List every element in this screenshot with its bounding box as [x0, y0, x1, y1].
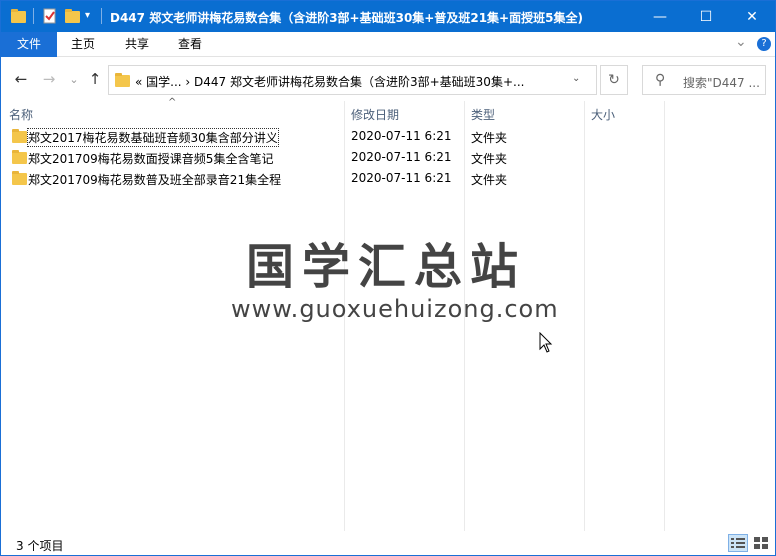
- tab-home[interactable]: 主页: [57, 32, 109, 57]
- folder-icon: [12, 129, 27, 143]
- file-row[interactable]: 郑文2017梅花易数基础班音频30集含部分讲义 2020-07-11 6:21 …: [1, 126, 775, 147]
- folder-icon: [115, 73, 130, 87]
- folder-icon: [12, 150, 27, 164]
- address-path[interactable]: « 国学... › D447 郑文老师讲梅花易数合集（含进阶3部+基础班30集+…: [135, 73, 524, 90]
- tab-view[interactable]: 查看: [164, 32, 216, 57]
- file-type: 文件夹: [471, 131, 508, 145]
- help-icon[interactable]: ?: [757, 37, 771, 51]
- large-icons-view-icon[interactable]: [751, 534, 771, 552]
- new-folder-icon[interactable]: [65, 8, 81, 24]
- status-bar: 3 个项目: [1, 531, 775, 555]
- divider: [33, 8, 34, 24]
- search-icon: ⚲: [655, 72, 666, 88]
- divider: [101, 8, 102, 24]
- mouse-cursor-icon: [539, 332, 553, 353]
- tab-share[interactable]: 共享: [111, 32, 163, 57]
- watermark-title: 国学汇总站: [246, 239, 527, 295]
- maximize-button[interactable]: ☐: [683, 1, 729, 32]
- search-placeholder: 搜索"D447 ...: [683, 76, 760, 90]
- file-date: 2020-07-11 6:21: [351, 129, 452, 143]
- close-button[interactable]: ✕: [729, 1, 775, 32]
- details-view-icon[interactable]: [728, 534, 748, 552]
- watermark-url: www.guoxuehuizong.com: [231, 295, 559, 323]
- title-bar[interactable]: ▾ D447 郑文老师讲梅花易数合集（含进阶3部+基础班30集+普及班21集+面…: [1, 1, 775, 32]
- file-row[interactable]: 郑文201709梅花易数面授课音频5集全含笔记 2020-07-11 6:21 …: [1, 147, 775, 168]
- ribbon-tabs: 文件 主页 共享 查看 ⌄ ?: [1, 32, 775, 57]
- item-count: 3 个项目: [16, 539, 64, 553]
- refresh-button[interactable]: ↻: [600, 65, 628, 95]
- window-title: D447 郑文老师讲梅花易数合集（含进阶3部+基础班30集+普及班21集+面授班…: [110, 11, 583, 25]
- tab-file[interactable]: 文件: [1, 32, 57, 57]
- properties-icon[interactable]: [42, 8, 58, 24]
- column-name[interactable]: 名称: [9, 106, 33, 123]
- expand-ribbon-icon[interactable]: ⌄: [735, 34, 747, 50]
- file-type: 文件夹: [471, 173, 508, 187]
- file-date: 2020-07-11 6:21: [351, 171, 452, 185]
- column-header: 名称 修改日期 类型 大小: [1, 101, 775, 125]
- sort-ascending-icon: ^: [168, 97, 177, 108]
- up-button[interactable]: ↑: [84, 68, 106, 90]
- column-type[interactable]: 类型: [471, 106, 495, 123]
- search-input[interactable]: ⚲ 搜索"D447 ...: [642, 65, 766, 95]
- address-dropdown-icon[interactable]: ⌄: [572, 73, 580, 84]
- file-name[interactable]: 郑文2017梅花易数基础班音频30集含部分讲义: [27, 128, 279, 147]
- folder-icon: [12, 171, 27, 185]
- folder-icon: [11, 8, 27, 24]
- explorer-window: ▾ D447 郑文老师讲梅花易数合集（含进阶3部+基础班30集+普及班21集+面…: [0, 0, 776, 556]
- file-row[interactable]: 郑文201709梅花易数普及班全部录音21集全程 2020-07-11 6:21…: [1, 168, 775, 189]
- file-name[interactable]: 郑文201709梅花易数普及班全部录音21集全程: [28, 171, 281, 188]
- address-bar[interactable]: « 国学... › D447 郑文老师讲梅花易数合集（含进阶3部+基础班30集+…: [108, 65, 597, 95]
- column-size[interactable]: 大小: [591, 106, 615, 123]
- recent-locations-button[interactable]: ⌄: [63, 68, 85, 90]
- file-name[interactable]: 郑文201709梅花易数面授课音频5集全含笔记: [28, 150, 273, 167]
- back-button[interactable]: ←: [10, 68, 32, 90]
- forward-button[interactable]: →: [38, 68, 60, 90]
- customize-quick-access-icon[interactable]: ▾: [85, 10, 101, 26]
- file-type: 文件夹: [471, 152, 508, 166]
- column-date[interactable]: 修改日期: [351, 106, 399, 123]
- file-date: 2020-07-11 6:21: [351, 150, 452, 164]
- minimize-button[interactable]: —: [637, 1, 683, 32]
